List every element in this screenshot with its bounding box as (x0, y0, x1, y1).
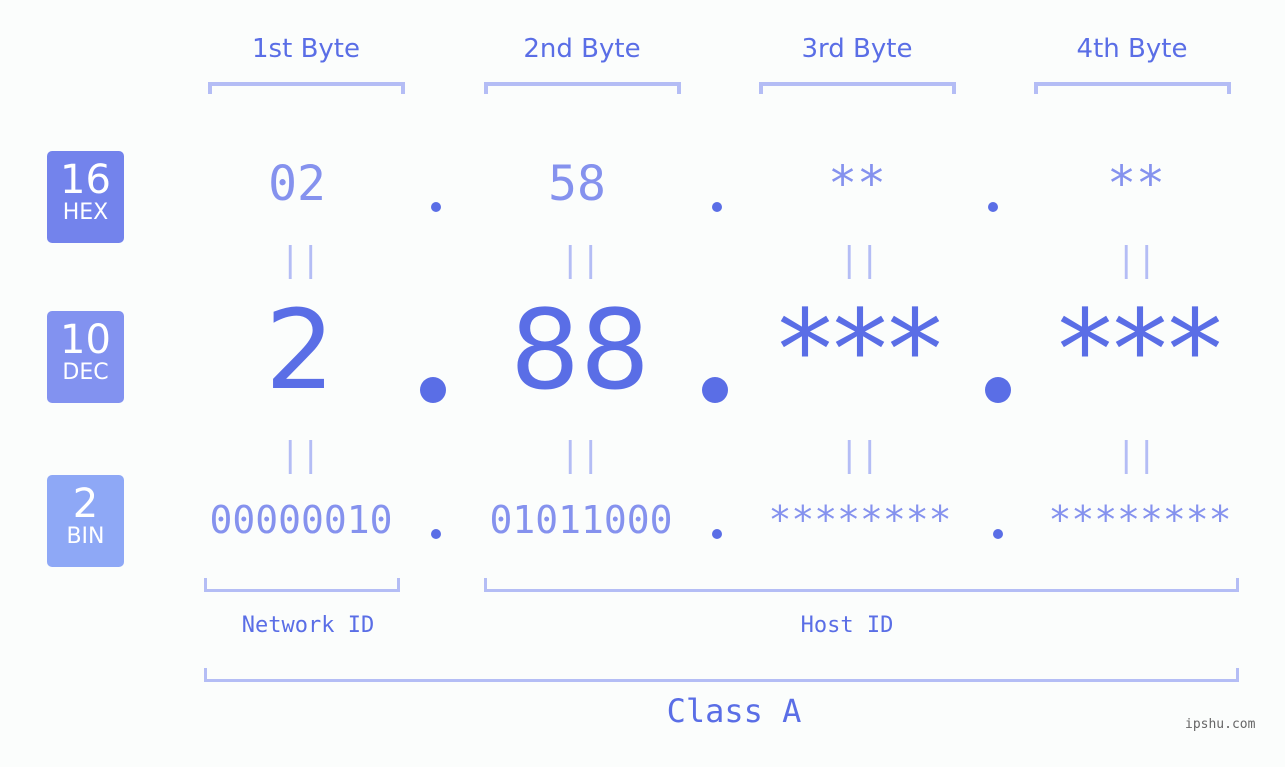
class-label: Class A (666, 692, 802, 730)
bin-byte-2: 01011000 (489, 498, 673, 542)
dec-byte-2: 88 (510, 286, 650, 414)
equals-icon: || (1116, 240, 1157, 280)
byte-bracket-3 (759, 82, 956, 94)
bin-badge-label: BIN (66, 524, 105, 549)
dec-separator-dot (702, 377, 728, 403)
byte-header-3: 3rd Byte (801, 34, 913, 64)
bin-byte-3: ******** (768, 498, 952, 542)
hex-byte-3: ** (828, 156, 886, 212)
byte-header-1: 1st Byte (252, 34, 360, 64)
hex-badge: 16 HEX (47, 151, 124, 243)
watermark: ipshu.com (1185, 717, 1256, 732)
byte-bracket-4 (1034, 82, 1231, 94)
network-id-bracket (204, 578, 400, 592)
hex-separator-dot (431, 202, 441, 212)
bin-badge-number: 2 (72, 481, 99, 527)
hex-byte-2: 58 (548, 156, 606, 212)
bin-byte-1: 00000010 (209, 498, 393, 542)
hex-badge-label: HEX (62, 200, 109, 225)
byte-bracket-1 (208, 82, 405, 94)
class-bracket (204, 668, 1239, 682)
bin-separator-dot (431, 529, 441, 539)
hex-byte-1: 02 (268, 156, 326, 212)
network-id-label: Network ID (241, 613, 375, 638)
dec-byte-1: 2 (265, 286, 335, 414)
byte-header-2: 2nd Byte (523, 34, 641, 64)
equals-icon: || (280, 435, 321, 475)
hex-badge-number: 16 (60, 157, 111, 203)
host-id-label: Host ID (800, 613, 894, 638)
dec-separator-dot (420, 377, 446, 403)
dec-badge-label: DEC (62, 360, 109, 385)
equals-icon: || (839, 240, 880, 280)
dec-separator-dot (985, 377, 1011, 403)
hex-byte-4: ** (1107, 156, 1165, 212)
hex-separator-dot (712, 202, 722, 212)
host-id-bracket (484, 578, 1239, 592)
equals-icon: || (1116, 435, 1157, 475)
bin-separator-dot (993, 529, 1003, 539)
dec-byte-3: *** (777, 286, 943, 414)
dec-byte-4: *** (1057, 286, 1223, 414)
hex-separator-dot (988, 202, 998, 212)
equals-icon: || (560, 240, 601, 280)
equals-icon: || (280, 240, 321, 280)
equals-icon: || (560, 435, 601, 475)
dec-badge-number: 10 (60, 317, 111, 363)
byte-bracket-2 (484, 82, 681, 94)
bin-badge: 2 BIN (47, 475, 124, 567)
bin-byte-4: ******** (1048, 498, 1232, 542)
dec-badge: 10 DEC (47, 311, 124, 403)
byte-header-4: 4th Byte (1076, 34, 1188, 64)
bin-separator-dot (712, 529, 722, 539)
equals-icon: || (839, 435, 880, 475)
